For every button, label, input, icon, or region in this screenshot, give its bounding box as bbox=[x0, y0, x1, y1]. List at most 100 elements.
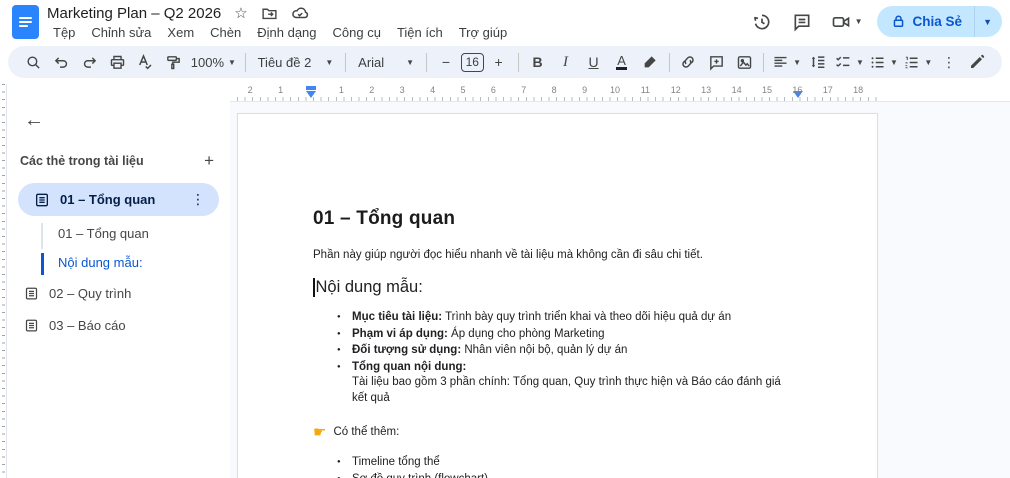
move-to-folder-icon[interactable] bbox=[261, 5, 278, 22]
style-caret-icon: ▼ bbox=[325, 57, 334, 67]
docs-logo-lines bbox=[19, 15, 32, 29]
ruler-number: 1 bbox=[338, 85, 344, 95]
horizontal-ruler: 2 1 1 2 3 4 5 6 7 8 9 10 11 12 13 14 15 16 17 18 bbox=[8, 84, 1010, 101]
font-size-input[interactable]: 16 bbox=[460, 52, 484, 72]
line-spacing-icon[interactable] bbox=[805, 49, 831, 75]
increase-font-size-button[interactable]: + bbox=[486, 49, 512, 75]
left-indent-marker[interactable] bbox=[306, 91, 316, 98]
ruler-number: 10 bbox=[609, 85, 621, 95]
doc-bullet-list-2: Timeline tổng thể Sơ đồ quy trình (flowc… bbox=[313, 454, 799, 478]
undo-icon[interactable] bbox=[48, 49, 74, 75]
version-history-icon[interactable] bbox=[747, 7, 777, 37]
comments-icon[interactable] bbox=[787, 7, 817, 37]
ruler-number: 1 bbox=[278, 85, 284, 95]
text-color-button[interactable]: A bbox=[609, 49, 635, 75]
active-tab-label: 01 – Tổng quan bbox=[60, 192, 156, 207]
toolbar-divider bbox=[763, 52, 765, 72]
menu-help[interactable]: Trợ giúp bbox=[451, 23, 516, 42]
print-icon[interactable] bbox=[104, 49, 130, 75]
add-comment-icon[interactable] bbox=[703, 49, 729, 75]
doc-bullet-list: Mục tiêu tài liệu: Trình bày quy trình t… bbox=[313, 309, 799, 406]
menu-format[interactable]: Định dạng bbox=[249, 23, 324, 42]
paragraph-style-select[interactable]: Tiêu đề 2 ▼ bbox=[252, 49, 340, 75]
font-family-select[interactable]: Arial ▼ bbox=[352, 49, 420, 75]
underline-button[interactable]: U bbox=[581, 49, 607, 75]
tab-options-kebab-icon[interactable]: ⋮ bbox=[187, 191, 209, 208]
decrease-font-size-button[interactable]: − bbox=[433, 49, 459, 75]
bulleted-list-select[interactable]: ▼ bbox=[867, 49, 899, 75]
paragraph-style-value: Tiêu đề 2 bbox=[257, 54, 312, 70]
ruler-number: 13 bbox=[701, 85, 712, 95]
add-tab-button[interactable]: + bbox=[196, 151, 222, 171]
more-options-icon[interactable]: ⋮ bbox=[936, 49, 962, 75]
align-left-select[interactable]: ▼ bbox=[770, 49, 802, 75]
checklist-caret-icon: ▼ bbox=[856, 57, 864, 67]
redo-icon[interactable] bbox=[76, 49, 102, 75]
document-page[interactable]: 01 – Tổng quan Phần này giúp người đọc h… bbox=[237, 113, 878, 478]
checklist-select[interactable]: ▼ bbox=[833, 49, 865, 75]
ruler-number: 18 bbox=[853, 85, 864, 95]
doc-note-line[interactable]: ☛ Có thể thêm: bbox=[313, 423, 799, 441]
toolbar-divider bbox=[668, 52, 670, 72]
menu-bar: Tệp Chỉnh sửa Xem Chèn Định dạng Công cụ… bbox=[45, 23, 515, 42]
italic-button[interactable]: I bbox=[553, 49, 579, 75]
share-button[interactable]: Chia Sẻ bbox=[877, 6, 975, 37]
search-menus-icon[interactable] bbox=[20, 49, 46, 75]
font-caret-icon: ▼ bbox=[406, 57, 414, 67]
zoom-select[interactable]: 100% ▼ bbox=[188, 49, 239, 75]
doc-heading-2[interactable]: Nội dung mẫu: bbox=[316, 278, 423, 297]
google-docs-logo-icon[interactable] bbox=[12, 5, 39, 39]
outline-item-heading1[interactable]: 01 – Tổng quan bbox=[58, 226, 149, 241]
outline-item-heading2[interactable]: Nội dung mẫu: bbox=[58, 255, 143, 270]
zoom-value: 100% bbox=[190, 54, 225, 70]
menu-edit[interactable]: Chỉnh sửa bbox=[83, 23, 159, 42]
doc-note-text: Có thể thêm: bbox=[333, 426, 400, 438]
doc-heading-1[interactable]: 01 – Tổng quan bbox=[313, 208, 799, 230]
ruler-scale: 2 1 1 2 3 4 5 6 7 8 9 10 11 12 13 14 15 16 17 18 bbox=[237, 84, 877, 101]
menu-extensions[interactable]: Tiện ích bbox=[389, 23, 451, 42]
doc-bullet-item[interactable]: Mục tiêu tài liệu: Trình bày quy trình t… bbox=[337, 309, 799, 326]
ruler-number: 17 bbox=[822, 85, 833, 95]
sidebar-tab-01-tong-quan[interactable]: 01 – Tổng quan ⋮ bbox=[18, 183, 219, 216]
doc-bullet-item[interactable]: Phạm vi áp dụng: Áp dụng cho phòng Marke… bbox=[337, 326, 799, 343]
sidebar-tab-02-quy-trinh[interactable]: 02 – Quy trình bbox=[24, 286, 131, 301]
doc-bullet-item[interactable]: Sơ đồ quy trình (flowchart) bbox=[337, 471, 799, 478]
share-button-group: Chia Sẻ ▼ bbox=[876, 6, 1002, 37]
doc-bullet-item[interactable]: Timeline tổng thể bbox=[337, 454, 799, 471]
bold-button[interactable]: B bbox=[525, 49, 551, 75]
ruler-number: 3 bbox=[399, 85, 405, 95]
doc-bullet-item[interactable]: Tổng quan nội dung: Tài liệu bao gồm 3 p… bbox=[337, 359, 799, 407]
back-arrow-icon[interactable]: ← bbox=[24, 109, 44, 132]
sidebar-tab-03-bao-cao[interactable]: 03 – Báo cáo bbox=[24, 318, 126, 333]
vertical-ruler bbox=[0, 84, 7, 478]
menu-tools[interactable]: Công cụ bbox=[325, 23, 389, 42]
share-dropdown-caret[interactable]: ▼ bbox=[975, 6, 1002, 37]
cloud-saved-icon[interactable] bbox=[291, 4, 309, 22]
first-line-indent-marker[interactable] bbox=[306, 86, 316, 90]
insert-image-icon[interactable] bbox=[731, 49, 757, 75]
video-call-icon[interactable]: ▼ bbox=[827, 7, 867, 37]
doc-intro-paragraph[interactable]: Phần này giúp người đọc hiểu nhanh về tà… bbox=[313, 249, 799, 261]
highlight-color-icon[interactable] bbox=[637, 49, 663, 75]
doc-bullet-continuation: kết quả bbox=[352, 391, 390, 404]
star-icon[interactable]: ☆ bbox=[234, 4, 247, 22]
outline-active-indicator bbox=[41, 253, 44, 275]
menu-file[interactable]: Tệp bbox=[45, 23, 83, 42]
bulleted-list-caret-icon: ▼ bbox=[889, 57, 898, 67]
ruler-number: 7 bbox=[521, 85, 527, 95]
spell-check-icon[interactable] bbox=[132, 49, 158, 75]
menu-view[interactable]: Xem bbox=[159, 23, 202, 42]
tab-document-icon bbox=[25, 287, 38, 300]
editing-mode-pencil-icon[interactable] bbox=[964, 49, 990, 75]
top-bar: Marketing Plan – Q2 2026 ☆ Tệp Chỉnh sửa… bbox=[0, 0, 1010, 44]
share-button-label: Chia Sẻ bbox=[912, 14, 963, 29]
document-title[interactable]: Marketing Plan – Q2 2026 bbox=[47, 5, 221, 22]
doc-bullet-item[interactable]: Đối tượng sử dụng: Nhân viên nội bộ, quả… bbox=[337, 342, 799, 359]
ruler-number: 2 bbox=[369, 85, 375, 95]
insert-link-icon[interactable] bbox=[675, 49, 701, 75]
menu-insert[interactable]: Chèn bbox=[202, 23, 249, 42]
ruler-number: 12 bbox=[670, 85, 681, 95]
video-call-caret-icon: ▼ bbox=[854, 17, 863, 26]
numbered-list-select[interactable]: ▼ bbox=[902, 49, 934, 75]
paint-format-icon[interactable] bbox=[160, 49, 186, 75]
